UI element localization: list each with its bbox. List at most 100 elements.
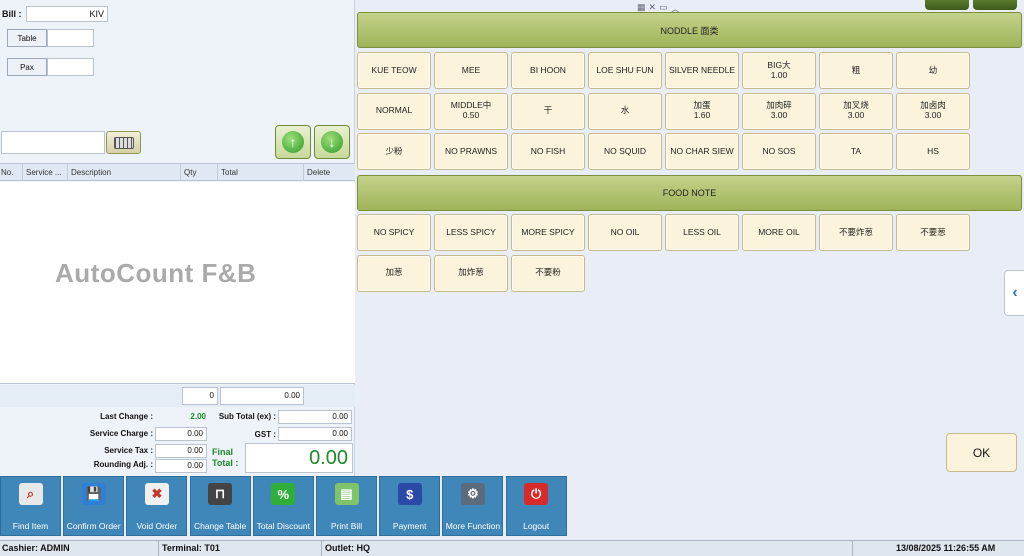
item-button[interactable]: NO OIL <box>588 214 662 251</box>
item-button[interactable]: NO PRAWNS <box>434 133 508 170</box>
item-button-label: NO SOS <box>762 145 796 156</box>
last-change-value: 2.00 <box>190 412 206 421</box>
item-button-price: 3.00 <box>770 110 788 120</box>
item-button[interactable]: NO SOS <box>742 133 816 170</box>
service-charge-label: Service Charge : <box>89 429 153 438</box>
order-grid-header: No. Service ... Description Qty Total De… <box>0 163 355 181</box>
item-button[interactable]: LESS OIL <box>665 214 739 251</box>
keyboard-icon <box>113 136 134 149</box>
col-no[interactable]: No. <box>1 168 13 177</box>
item-button[interactable]: 加炸葱 <box>434 254 508 292</box>
item-button[interactable]: NO SQUID <box>588 133 662 170</box>
item-button[interactable]: NO CHAR SIEW <box>665 133 739 170</box>
item-button-label: BI HOON <box>530 64 566 75</box>
item-button[interactable]: 加葱 <box>357 254 431 292</box>
item-button-label: NO SPICY <box>373 226 415 237</box>
item-button-label: 不要葱 <box>920 226 946 237</box>
item-button-label: KUE TEOW <box>371 64 417 75</box>
item-button[interactable]: 粗 <box>819 52 893 89</box>
item-button[interactable]: 加卤肉 3.00 <box>896 92 970 130</box>
item-button[interactable]: MORE SPICY <box>511 214 585 251</box>
bill-field[interactable]: KIV <box>26 6 108 22</box>
food-note-section-header: FOOD NOTE <box>357 175 1022 211</box>
item-button[interactable]: 加肉碎 3.00 <box>742 92 816 130</box>
change-table-button[interactable]: ⊓ Change Table <box>189 476 251 536</box>
table-icon: ⊓ <box>208 483 233 505</box>
item-button[interactable]: HS <box>896 133 970 170</box>
item-button[interactable]: 加蛋 1.60 <box>665 92 739 130</box>
item-button[interactable]: LESS SPICY <box>434 214 508 251</box>
item-button[interactable]: 水 <box>588 92 662 130</box>
payment-button[interactable]: $ Payment <box>379 476 441 536</box>
item-button[interactable]: KUE TEOW <box>357 52 431 89</box>
col-qty[interactable]: Qty <box>184 168 196 177</box>
item-button-price: 1.60 <box>693 110 711 120</box>
printer-icon: ▤ <box>334 483 359 505</box>
item-button[interactable]: 不要葱 <box>896 214 970 251</box>
find-item-button[interactable]: ⌕ Find Item <box>0 476 61 536</box>
chevron-left-icon[interactable]: ‹ <box>1004 270 1024 316</box>
item-button-label: 水 <box>620 105 630 116</box>
item-button-label: MEE <box>461 64 481 75</box>
item-button[interactable]: SILVER NEEDLE <box>665 52 739 89</box>
search-input[interactable] <box>1 131 105 154</box>
service-tax-value: 0.00 <box>155 444 207 458</box>
toolbar-button-label: Void Order <box>136 520 178 531</box>
item-button-label: HS <box>927 145 939 156</box>
item-modifier-panel: ▦ ✕ ▭ ︿ NODDLE 面类 KUE TEOW MEE BI HOON LOE … <box>355 0 1024 476</box>
item-button-label: 不要粉 <box>535 267 561 278</box>
item-button-label: SILVER NEEDLE <box>669 64 735 75</box>
more-function-button[interactable]: ⚙ More Function <box>442 476 504 536</box>
col-description[interactable]: Description <box>71 168 111 177</box>
toolbar-button-label: Logout <box>523 520 550 531</box>
payment-icon: $ <box>397 483 422 505</box>
pax-field[interactable] <box>47 58 94 76</box>
col-delete[interactable]: Delete <box>307 168 330 177</box>
item-button[interactable]: NORMAL <box>357 92 431 130</box>
scroll-down-button[interactable]: ↓ <box>314 125 350 159</box>
grid-totals-row: 0 0.00 <box>0 385 355 407</box>
top-nub-left[interactable] <box>925 0 969 10</box>
amount-total: 0.00 <box>220 387 304 405</box>
toolbar-button-label: Print Bill <box>330 520 363 531</box>
cashier-status: Cashier: ADMIN <box>2 543 70 553</box>
search-icon: ⌕ <box>18 483 43 505</box>
ok-button[interactable]: OK <box>946 433 1017 472</box>
col-service[interactable]: Service ... <box>26 168 62 177</box>
item-button[interactable]: 少粉 <box>357 133 431 170</box>
item-button[interactable]: TA <box>819 133 893 170</box>
item-button[interactable]: 干 <box>511 92 585 130</box>
item-button[interactable]: LOE SHU FUN <box>588 52 662 89</box>
arrow-up-icon: ↑ <box>282 131 304 153</box>
qty-total: 0 <box>182 387 218 405</box>
pax-button[interactable]: Pax <box>7 58 47 76</box>
item-button[interactable]: 加叉烧 3.00 <box>819 92 893 130</box>
col-total[interactable]: Total <box>221 168 238 177</box>
print-bill-button[interactable]: ▤ Print Bill <box>316 476 377 536</box>
void-order-button[interactable]: ✖ Void Order <box>126 476 188 536</box>
save-icon: 💾 <box>81 483 106 505</box>
outlet-status: Outlet: HQ <box>325 543 370 553</box>
item-button[interactable]: 幼 <box>896 52 970 89</box>
item-button[interactable]: BIG大 1.00 <box>742 52 816 89</box>
item-button[interactable]: 不要粉 <box>511 254 585 292</box>
total-discount-button[interactable]: % Total Discount <box>252 476 314 536</box>
item-button[interactable]: NO SPICY <box>357 214 431 251</box>
item-button[interactable]: MORE OIL <box>742 214 816 251</box>
item-button-price: 0.50 <box>462 110 480 120</box>
scroll-up-button[interactable]: ↑ <box>275 125 311 159</box>
item-button[interactable]: MEE <box>434 52 508 89</box>
item-button[interactable]: 不要炸葱 <box>819 214 893 251</box>
confirm-order-button[interactable]: 💾 Confirm Order <box>63 476 125 536</box>
final-total-label-1: Final <box>212 447 234 457</box>
table-button[interactable]: Table <box>7 29 47 47</box>
item-button[interactable]: NO FISH <box>511 133 585 170</box>
item-button[interactable]: BI HOON <box>511 52 585 89</box>
table-field[interactable] <box>47 29 94 47</box>
keyboard-button[interactable] <box>106 131 141 154</box>
logout-button[interactable]: ⏻ Logout <box>505 476 567 536</box>
top-nub-right[interactable] <box>973 0 1017 10</box>
item-button[interactable]: MIDDLE中 0.50 <box>434 92 508 130</box>
gst-label: GST : <box>254 430 276 439</box>
toolbar-button-label: Total Discount <box>256 520 310 531</box>
